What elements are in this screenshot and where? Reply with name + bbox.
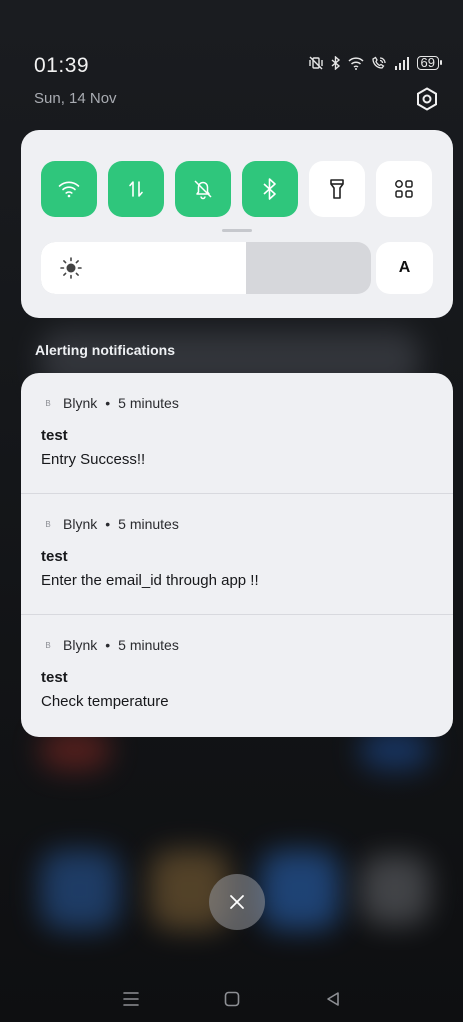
wifi-icon: [348, 56, 364, 70]
notification-separator: •: [105, 395, 111, 411]
wifi-icon: [58, 181, 80, 198]
blurred-messages-app: [260, 850, 340, 930]
blurred-camera-app: [360, 855, 430, 925]
home-icon: [225, 991, 240, 1006]
notification-header: B Blynk • 5 minutes: [41, 637, 453, 653]
bluetooth-icon: [263, 178, 276, 200]
notification-header: B Blynk • 5 minutes: [41, 395, 453, 411]
notification-title: test: [41, 548, 68, 565]
back-button[interactable]: [325, 991, 341, 1012]
recents-button[interactable]: [122, 991, 140, 1012]
notification-separator: •: [105, 637, 111, 653]
close-icon: [230, 895, 244, 909]
status-date: Sun, 14 Nov: [34, 90, 117, 107]
clear-all-button[interactable]: [209, 874, 265, 930]
notification-header: B Blynk • 5 minutes: [41, 516, 453, 532]
bluetooth-toggle[interactable]: [242, 161, 298, 217]
notification-body: Check temperature: [41, 693, 169, 710]
status-time: 01:39: [34, 54, 90, 77]
section-label: Alerting notifications: [35, 342, 175, 358]
notifications-card: B Blynk • 5 minutes test Entry Success!!…: [21, 373, 453, 737]
wifi-toggle[interactable]: [41, 161, 97, 217]
notification-app-name: Blynk: [63, 637, 98, 653]
home-button[interactable]: [224, 991, 240, 1012]
flashlight-icon: [330, 179, 344, 199]
flashlight-toggle[interactable]: [309, 161, 365, 217]
navigation-bar: [0, 980, 463, 1022]
status-icons: 69: [308, 56, 443, 70]
blynk-app-icon: B: [45, 640, 51, 650]
notification-body: Enter the email_id through app !!: [41, 572, 259, 589]
back-icon: [327, 991, 339, 1006]
bell-off-icon: [194, 180, 212, 200]
brightness-icon: [60, 257, 82, 279]
notification-body: Entry Success!!: [41, 451, 146, 468]
notification-item[interactable]: B Blynk • 5 minutes test Entry Success!!: [21, 373, 453, 494]
quick-settings-panel: A: [21, 130, 453, 318]
grid-icon: [395, 180, 413, 198]
blurred-phone-app: [40, 850, 120, 930]
notification-title: test: [41, 669, 68, 686]
signal-icon: [394, 56, 409, 70]
battery-icon: 69: [416, 56, 443, 70]
notification-item[interactable]: B Blynk • 5 minutes test Check temperatu…: [21, 615, 453, 736]
notification-time: 5 minutes: [118, 395, 179, 411]
mobile-data-toggle[interactable]: [108, 161, 164, 217]
notification-separator: •: [105, 516, 111, 532]
panel-drag-handle[interactable]: [222, 229, 252, 232]
notification-item[interactable]: B Blynk • 5 minutes test Enter the email…: [21, 494, 453, 615]
auto-brightness-button[interactable]: A: [376, 242, 433, 294]
gear-icon: [417, 87, 437, 111]
notification-app-name: Blynk: [63, 516, 98, 532]
silent-toggle[interactable]: [175, 161, 231, 217]
notification-title: test: [41, 427, 68, 444]
notification-time: 5 minutes: [118, 637, 179, 653]
edit-tiles-button[interactable]: [376, 161, 432, 217]
wifi-calling-icon: [371, 56, 386, 69]
settings-button[interactable]: [414, 86, 440, 112]
blynk-app-icon: B: [45, 519, 51, 529]
blynk-app-icon: B: [45, 398, 51, 408]
bluetooth-icon: [331, 56, 340, 70]
mobile-data-icon: [129, 181, 143, 197]
vibrate-icon: [308, 56, 323, 70]
brightness-slider[interactable]: [41, 242, 371, 294]
notification-app-name: Blynk: [63, 395, 98, 411]
notification-time: 5 minutes: [118, 516, 179, 532]
menu-icon: [123, 991, 139, 1006]
